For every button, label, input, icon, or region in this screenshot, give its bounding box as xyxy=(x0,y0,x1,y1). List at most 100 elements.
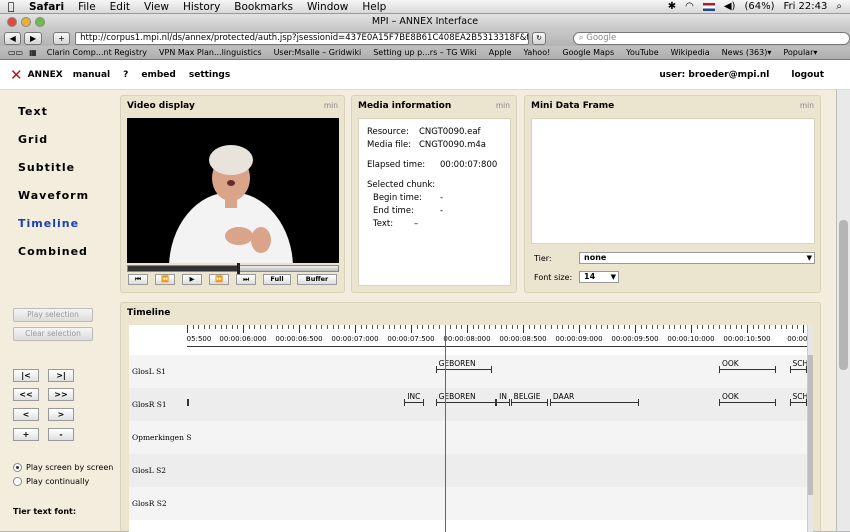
wifi-icon[interactable]: ◠ xyxy=(685,1,694,12)
back-button[interactable]: ◀ xyxy=(4,31,22,45)
skip-end-button[interactable]: ⏭ xyxy=(236,274,256,285)
menu-app[interactable]: Safari xyxy=(22,1,71,13)
mini-panel-min-button[interactable]: min xyxy=(800,101,814,110)
menu-bookmarks[interactable]: Bookmarks xyxy=(227,1,300,13)
step-back-button[interactable]: < xyxy=(13,408,39,421)
annotation[interactable]: INC xyxy=(404,392,425,406)
page-scrollbar-thumb[interactable] xyxy=(839,220,848,370)
bookmark-item[interactable]: Clarin Comp...nt Registry xyxy=(41,48,153,57)
media-panel-min-button[interactable]: min xyxy=(496,101,510,110)
view-text[interactable]: Text xyxy=(18,105,48,118)
timeline-area[interactable]: 05:500 00:00:06:000 00:00:06:500 00:00:07:0… xyxy=(129,325,813,532)
bookmark-item[interactable]: YouTube xyxy=(620,48,665,57)
volume-icon[interactable]: ◀) xyxy=(724,1,736,12)
video-scrubber-handle[interactable] xyxy=(237,263,241,274)
url-input[interactable]: http://corpus1.mpi.nl/ds/annex/protected… xyxy=(75,31,530,45)
help-link[interactable]: ? xyxy=(123,70,128,80)
font-size-select[interactable]: 14 ▼ xyxy=(579,271,619,283)
view-grid[interactable]: Grid xyxy=(18,133,48,146)
bluetooth-icon[interactable]: ✱ xyxy=(668,1,676,12)
zoom-in-button[interactable]: + xyxy=(13,428,39,441)
go-first-button[interactable]: |< xyxy=(13,369,39,382)
time-ruler[interactable]: 05:500 00:00:06:000 00:00:06:500 00:00:07:0… xyxy=(187,325,813,347)
bookmark-item[interactable]: Apple xyxy=(483,48,518,57)
add-bookmark-button[interactable]: + xyxy=(52,31,71,45)
menu-window[interactable]: Window xyxy=(300,1,355,13)
video-panel-min-button[interactable]: min xyxy=(324,101,338,110)
timeline-scrollbar[interactable] xyxy=(807,325,813,532)
bookmark-item[interactable]: Wikipedia xyxy=(665,48,716,57)
annotation[interactable] xyxy=(187,392,190,406)
page-scrollbar[interactable] xyxy=(836,90,850,531)
play-screen-radio[interactable]: Play screen by screen xyxy=(13,463,113,472)
play-button[interactable]: ▶ xyxy=(182,274,202,285)
annotation[interactable]: DAAR xyxy=(549,392,640,406)
menu-help[interactable]: Help xyxy=(355,1,393,13)
annotation[interactable]: OOK xyxy=(719,392,777,406)
menu-history[interactable]: History xyxy=(176,1,227,13)
bookmark-item[interactable]: Setting up p...rs – TG Wiki xyxy=(367,48,483,57)
step-forward-button[interactable]: > xyxy=(48,408,74,421)
menu-file[interactable]: File xyxy=(71,1,103,13)
reading-list-icon[interactable]: ▭▭ xyxy=(8,48,23,57)
apple-icon[interactable]:  xyxy=(0,0,22,13)
annotation[interactable]: IN xyxy=(496,392,510,406)
video-frame[interactable] xyxy=(127,118,339,263)
close-window-icon[interactable] xyxy=(7,17,17,27)
page-back-button[interactable]: << xyxy=(13,388,39,401)
tier-select[interactable]: none ▼ xyxy=(579,252,815,264)
annotation[interactable]: BELGIE xyxy=(510,392,548,406)
minimize-window-icon[interactable] xyxy=(21,17,31,27)
fast-forward-button[interactable]: ⏩ xyxy=(209,274,229,285)
bookmark-item[interactable]: Popular▾ xyxy=(777,48,823,57)
rewind-button[interactable]: ⏪ xyxy=(155,274,175,285)
go-last-button[interactable]: >| xyxy=(48,369,74,382)
fullscreen-button[interactable]: Full xyxy=(263,274,291,285)
clock[interactable]: Fri 22:43 xyxy=(783,1,827,12)
spotlight-icon[interactable]: ⌕ xyxy=(836,1,842,12)
battery-status[interactable]: (64%) xyxy=(744,1,774,12)
bookmark-item[interactable]: Google Maps xyxy=(556,48,620,57)
video-progress-bar[interactable] xyxy=(127,263,339,274)
settings-link[interactable]: settings xyxy=(189,70,230,80)
annotation[interactable]: OOK xyxy=(719,359,777,373)
play-selection-button[interactable]: Play selection xyxy=(13,308,93,322)
annotation[interactable]: SCHOOL xyxy=(789,392,813,406)
forward-button[interactable]: ▶ xyxy=(24,31,42,45)
bookmark-item[interactable]: User:Msalle – Gridwiki xyxy=(268,48,368,57)
tier-annotation-row[interactable] xyxy=(187,487,807,520)
view-subtitle[interactable]: Subtitle xyxy=(18,161,75,174)
search-input[interactable]: ⌕ Google xyxy=(572,31,850,45)
clear-selection-button[interactable]: Clear selection xyxy=(13,327,93,341)
bookmarks-grid-icon[interactable]: ▦ xyxy=(29,48,37,57)
play-continually-radio[interactable]: Play continually xyxy=(13,477,89,486)
zoom-out-button[interactable]: - xyxy=(48,428,74,441)
reload-icon[interactable]: ↻ xyxy=(532,31,546,45)
menu-view[interactable]: View xyxy=(137,1,176,13)
zoom-window-icon[interactable] xyxy=(35,17,45,27)
page-forward-button[interactable]: >> xyxy=(48,388,74,401)
view-timeline[interactable]: Timeline xyxy=(18,217,79,230)
view-waveform[interactable]: Waveform xyxy=(18,189,89,202)
buffer-button[interactable]: Buffer xyxy=(297,274,337,285)
bookmark-item[interactable]: Yahoo! xyxy=(518,48,557,57)
annex-logo-icon[interactable]: ✕ xyxy=(10,66,23,84)
timeline-scrollbar-thumb[interactable] xyxy=(808,355,813,495)
tier-annotation-row[interactable]: GEBOREN OOK SCHOOL xyxy=(187,355,813,388)
annotation[interactable]: SCHOOL xyxy=(789,359,813,373)
embed-link[interactable]: embed xyxy=(141,70,175,80)
skip-start-button[interactable]: ⏮ xyxy=(128,274,148,285)
view-combined[interactable]: Combined xyxy=(18,245,88,258)
logout-link[interactable]: logout xyxy=(791,70,824,80)
manual-link[interactable]: manual xyxy=(73,70,110,80)
ruler-minor-tick xyxy=(349,325,351,329)
menu-edit[interactable]: Edit xyxy=(103,1,137,13)
tier-annotation-row[interactable] xyxy=(187,454,807,487)
bookmark-item[interactable]: News (363)▾ xyxy=(716,48,778,57)
playback-cursor[interactable] xyxy=(444,325,446,532)
tier-annotation-row[interactable]: INC GEBOREN IN BELGIE DAAR OOK SCHOOL xyxy=(187,388,813,421)
bookmark-item[interactable]: VPN Max Plan...linguistics xyxy=(153,48,268,57)
tier-annotation-row[interactable] xyxy=(187,421,807,454)
text-label: Text: xyxy=(373,219,394,229)
flag-icon[interactable] xyxy=(702,2,715,11)
